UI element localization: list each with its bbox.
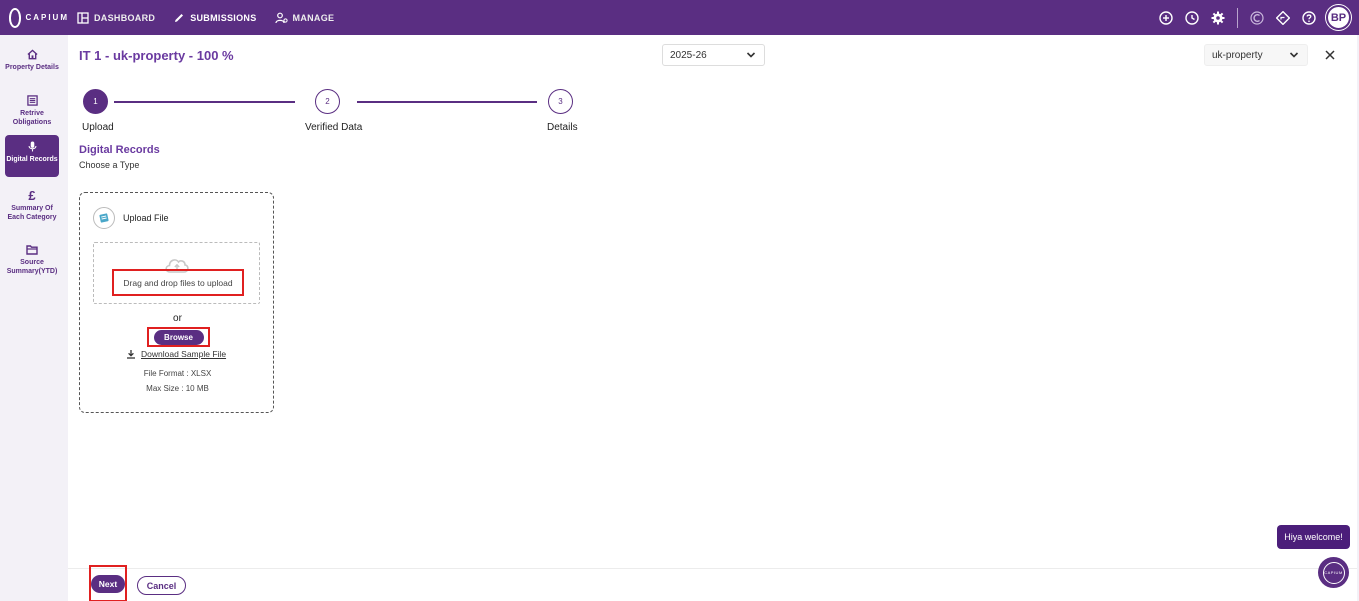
step-2-label: Verified Data [305,122,363,133]
business-value: uk-property [1212,49,1263,61]
page-title: IT 1 - uk-property - 100 % [79,48,234,63]
sidebar: Property Details Retrive Obligations Dig… [0,35,67,601]
top-right-tools: BP [1147,0,1351,35]
sidebar-item-retrive-obligations[interactable]: Retrive Obligations [5,91,59,127]
next-highlight: Next [89,565,127,601]
nav-submissions[interactable]: SUBMISSIONS [173,12,256,24]
routes-icon[interactable] [1276,10,1290,25]
toolbar-divider [1237,7,1238,28]
sidebar-item-label: Summary Of Each Category [7,205,57,221]
add-icon[interactable] [1159,10,1173,25]
sidebar-item-property-details[interactable]: Property Details [5,45,59,72]
chat-launcher[interactable]: CAPIUM [1318,557,1349,588]
file-dropzone[interactable]: Drag and drop files to upload [93,242,260,304]
stepper-connector [114,101,295,103]
or-divider-text: or [173,313,182,324]
dashboard-icon [77,11,89,24]
business-select[interactable]: uk-property [1204,44,1308,66]
download-sample-link[interactable]: Download Sample File [126,349,226,359]
step-1-label: Upload [82,122,114,133]
sidebar-item-label: Digital Records [6,156,58,163]
sidebar-item-label: Retrive Obligations [12,110,52,126]
file-format-text: File Format : XLSX [143,369,212,378]
stepper-connector [357,101,537,103]
capium-switch-icon[interactable] [1250,10,1264,25]
main-nav: DASHBOARD SUBMISSIONS MANAGE [77,11,352,24]
footer-actions: Next Cancel [68,565,1357,601]
browse-highlight: Browse [147,327,210,347]
upload-card-title: Upload File [123,213,169,223]
nav-submissions-label: SUBMISSIONS [190,12,257,23]
logo-text: CAPIUM [25,13,69,22]
chat-launcher-logo: CAPIUM [1322,561,1345,584]
step-2-indicator[interactable]: 2 [315,89,340,114]
chat-greeting[interactable]: Hiya welcome! [1277,525,1350,549]
pencil-icon [175,13,184,22]
clock-icon[interactable] [1185,10,1199,25]
section-subtitle: Choose a Type [79,160,140,170]
nav-dashboard[interactable]: DASHBOARD [77,11,156,24]
next-button[interactable]: Next [91,574,125,593]
pound-icon: £ [28,188,36,203]
browse-button[interactable]: Browse [153,329,204,345]
nav-manage[interactable]: MANAGE [274,12,335,24]
section-title: Digital Records [79,144,160,156]
upload-file-card: Upload File Drag and drop files to uploa… [79,192,274,413]
microphone-icon [28,141,36,152]
sidebar-item-digital-records[interactable]: Digital Records [5,135,59,177]
top-navbar: CAPIUM DASHBOARD SUBMISSIONS MANAGE BP [0,0,1359,35]
step-3-label: Details [547,122,578,133]
upload-card-icon [93,207,115,229]
chevron-down-icon [1289,52,1299,58]
home-icon [26,49,38,60]
sidebar-item-summary-of-each-category[interactable]: £ Summary Of Each Category [5,185,59,222]
user-avatar[interactable]: BP [1326,5,1351,30]
nav-manage-label: MANAGE [292,12,335,23]
help-icon[interactable] [1302,10,1316,25]
step-3-indicator[interactable]: 3 [548,89,573,114]
max-size-text: Max Size : 10 MB [146,384,209,393]
list-icon [26,95,38,106]
sidebar-item-label: Source Summary(YTD) [6,259,58,275]
capium-logo[interactable]: CAPIUM [9,7,69,28]
manage-icon [274,12,288,23]
folder-icon [26,245,38,255]
sidebar-item-source-summary[interactable]: Source Summary(YTD) [5,240,59,276]
download-icon [127,350,135,359]
chevron-down-icon [746,52,756,58]
tax-year-select[interactable]: 2025-26 [662,44,765,66]
cancel-button[interactable]: Cancel [137,576,186,595]
close-icon[interactable] [1323,48,1337,62]
main-panel: IT 1 - uk-property - 100 % 2025-26 uk-pr… [68,35,1357,568]
nav-dashboard-label: DASHBOARD [94,12,156,23]
sidebar-item-label: Property Details [5,64,59,71]
tax-year-value: 2025-26 [670,49,707,61]
step-1-indicator[interactable]: 1 [83,89,108,114]
dropzone-text: Drag and drop files to upload [112,269,244,296]
gear-icon[interactable] [1211,11,1225,25]
document-upload-icon [99,213,109,223]
logo-mark [9,7,22,28]
download-sample-label: Download Sample File [141,349,227,359]
